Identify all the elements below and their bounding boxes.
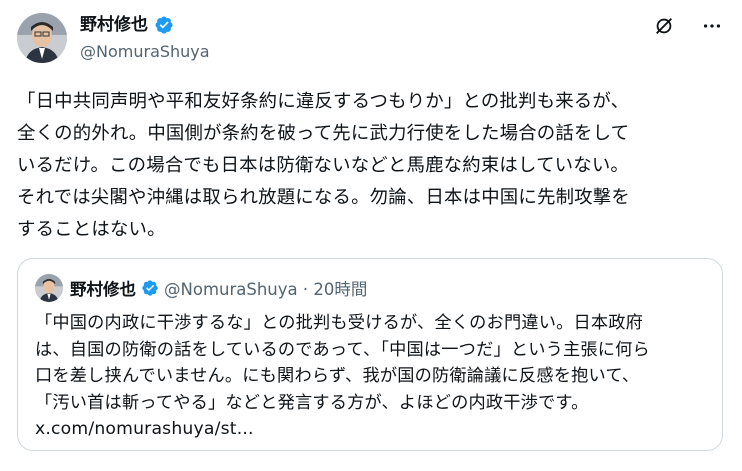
verified-badge-icon <box>154 15 174 35</box>
post-text-line: 「日中共同声明や平和友好条約に違反するつもりか」との批判も来るが、 <box>17 91 630 112</box>
quoted-handle-time: @NomuraShuya · 20時間 <box>164 280 368 299</box>
quoted-post[interactable]: 野村修也 @NomuraShuya · 20時間 「中国の内政に干渉するな」との… <box>17 258 723 451</box>
quoted-author-avatar[interactable] <box>35 274 63 302</box>
post-actions <box>652 14 724 38</box>
quoted-post-link[interactable]: x.com/nomurashuya/st... <box>35 416 650 443</box>
author-name-row: 野村修也 <box>80 14 174 36</box>
quoted-text-line: は、自国の防衛の話をしているのであって、「中国は一つだ」という主張に何ら <box>35 339 650 360</box>
post-text: 「日中共同声明や平和友好条約に違反するつもりか」との批判も来るが、 全くの的外れ… <box>17 86 729 246</box>
author-name[interactable]: 野村修也 <box>80 14 148 36</box>
quoted-author-name: 野村修也 <box>70 280 136 299</box>
quoted-text-line: 「汚い首は斬ってやる」などと発言する方が、よほどの内政干渉です。 <box>35 392 589 413</box>
post-text-line: それでは尖閣や沖縄は取られ放題になる。勿論、日本は中国に先制攻撃を <box>17 187 630 208</box>
quoted-post-header: 野村修也 @NomuraShuya · 20時間 <box>70 276 367 300</box>
verified-badge-icon <box>141 279 159 297</box>
author-avatar[interactable] <box>17 13 67 63</box>
quoted-text-line: 「中国の内政に干渉するな」との批判も受けるが、全くのお門違い。日本政府 <box>35 313 644 333</box>
quoted-post-text: 「中国の内政に干渉するな」との批判も受けるが、全くのお門違い。日本政府 は、自国… <box>35 310 650 443</box>
more-horizontal-icon[interactable] <box>700 14 724 38</box>
grok-slash-icon[interactable] <box>652 14 676 38</box>
post-text-line: することはない。 <box>17 219 166 240</box>
author-handle[interactable]: @NomuraShuya <box>80 42 210 62</box>
quoted-text-line: 口を差し挟んでいません。にも関わらず、我が国の防衛論議に反感を抱いて、 <box>35 366 640 386</box>
post-text-line: いるだけ。この場合でも日本は防衛ないなどと馬鹿な約束はしていない。 <box>17 155 630 176</box>
post-text-line: 全くの的外れ。中国側が条約を破って先に武力行使をした場合の話をして <box>17 123 630 144</box>
